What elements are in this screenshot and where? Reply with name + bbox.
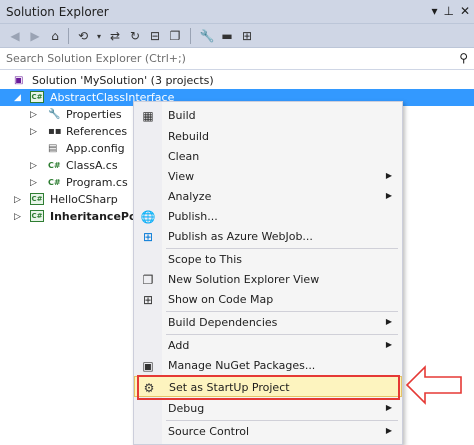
menu-item-label: Rebuild xyxy=(168,130,209,143)
search-icon[interactable]: ⚲ xyxy=(459,51,468,65)
submenu-arrow-icon: ▶ xyxy=(385,317,392,326)
menu-item-label: Build Dependencies xyxy=(168,316,278,329)
show-all-files-icon[interactable]: ❐ xyxy=(166,27,184,45)
wrench-icon[interactable]: 🔧 xyxy=(198,27,216,45)
menu-item-label: Show on Code Map xyxy=(168,293,274,306)
menu-item-manage-nuget[interactable]: ▣ Manage NuGet Packages... xyxy=(134,355,402,376)
menu-item-label: Publish as Azure WebJob... xyxy=(168,230,313,243)
collapsed-arrow-icon[interactable]: ▷ xyxy=(30,178,37,188)
menu-item-label: Scope to This xyxy=(168,253,243,266)
back-icon[interactable]: ◀ xyxy=(6,27,24,45)
menu-item-rebuild[interactable]: Rebuild xyxy=(134,126,402,147)
toolbar-separator xyxy=(190,28,191,44)
csharp-project-icon: C# xyxy=(30,210,44,222)
properties-label: Properties xyxy=(66,108,122,121)
collapsed-arrow-icon[interactable]: ▷ xyxy=(30,161,37,171)
wrench-icon: 🔧 xyxy=(48,109,61,120)
menu-item-new-se-view[interactable]: ❐ New Solution Explorer View xyxy=(134,269,402,290)
menu-item-label: View xyxy=(168,170,195,183)
collapsed-arrow-icon[interactable]: ▷ xyxy=(30,127,37,137)
solution-label: Solution 'MySolution' (3 projects) xyxy=(32,74,214,87)
code-map-icon: ⊞ xyxy=(142,292,154,307)
menu-item-view[interactable]: View ▶ xyxy=(134,166,402,187)
menu-item-build[interactable]: ▦ Build xyxy=(134,105,402,126)
menu-item-label: Debug xyxy=(168,402,205,415)
window-title: Solution Explorer xyxy=(6,5,109,19)
menu-item-show-code-map[interactable]: ⊞ Show on Code Map xyxy=(134,289,402,310)
sync-with-document-icon[interactable]: ⇄ xyxy=(106,27,124,45)
collapsed-arrow-icon[interactable]: ▷ xyxy=(14,212,21,222)
highlight-box xyxy=(137,375,400,400)
menu-item-debug[interactable]: Debug ▶ xyxy=(134,398,402,419)
menu-item-clean[interactable]: Clean xyxy=(134,146,402,167)
expanded-arrow-icon[interactable]: ◢ xyxy=(14,93,21,103)
csharp-file-icon: C# xyxy=(48,178,61,187)
config-file-icon: ▤ xyxy=(48,143,58,154)
pin-icon[interactable]: ▾ xyxy=(431,4,437,18)
class-diagram-icon[interactable]: ⊞ xyxy=(238,27,256,45)
collapse-all-icon[interactable]: ⊟ xyxy=(146,27,164,45)
menu-item-label: Build xyxy=(168,109,196,122)
home-icon[interactable]: ⌂ xyxy=(46,27,64,45)
menu-item-publish-azure[interactable]: ⊞ Publish as Azure WebJob... xyxy=(134,226,402,247)
classa-label: ClassA.cs xyxy=(66,159,118,172)
close-icon[interactable]: ✕ xyxy=(460,4,470,18)
menu-item-add[interactable]: Add ▶ xyxy=(134,335,402,356)
nuget-icon: ▣ xyxy=(142,358,154,373)
menu-item-scope-to-this[interactable]: Scope to This xyxy=(134,249,402,270)
menu-item-label: Manage NuGet Packages... xyxy=(168,359,316,372)
references-icon: ▪▪ xyxy=(48,126,62,137)
menu-item-analyze[interactable]: Analyze ▶ xyxy=(134,186,402,207)
submenu-arrow-icon: ▶ xyxy=(385,340,392,349)
search-input[interactable]: Search Solution Explorer (Ctrl+;) xyxy=(6,52,186,65)
menu-item-publish[interactable]: 🌐 Publish... xyxy=(134,206,402,227)
toolbar: ◀ ▶ ⌂ ⟲ ▾ ⇄ ↻ ⊟ ❐ 🔧 ▬ ⊞ xyxy=(0,24,474,48)
program-label: Program.cs xyxy=(66,176,128,189)
menu-item-label: Source Control xyxy=(168,425,250,438)
toolbar-separator xyxy=(68,28,69,44)
refresh-icon[interactable]: ↻ xyxy=(126,27,144,45)
title-bar-icons: ▾ ⊥ ✕ xyxy=(431,4,470,18)
csharp-project-icon: C# xyxy=(30,193,44,205)
menu-item-build-dependencies[interactable]: Build Dependencies ▶ xyxy=(134,312,402,333)
csharp-file-icon: C# xyxy=(48,161,61,170)
menu-item-label: Add xyxy=(168,339,190,352)
new-view-icon: ❐ xyxy=(142,272,154,287)
menu-item-label: Publish... xyxy=(168,210,218,223)
menu-item-source-control[interactable]: Source Control ▶ xyxy=(134,421,402,442)
forward-icon[interactable]: ▶ xyxy=(26,27,44,45)
submenu-arrow-icon: ▶ xyxy=(385,171,392,180)
submenu-arrow-icon: ▶ xyxy=(385,191,392,200)
project-label: HelloCSharp xyxy=(50,193,118,206)
search-box[interactable]: Search Solution Explorer (Ctrl+;) ⚲ xyxy=(0,48,474,70)
title-bar: Solution Explorer ▾ ⊥ ✕ xyxy=(0,0,474,24)
appconfig-label: App.config xyxy=(66,142,125,155)
tree-row-solution[interactable]: ▣ Solution 'MySolution' (3 projects) xyxy=(0,72,474,89)
publish-globe-icon: 🌐 xyxy=(140,209,156,224)
menu-item-label: Analyze xyxy=(168,190,212,203)
csharp-project-icon: C# xyxy=(30,91,44,103)
preview-selected-icon[interactable]: ▬ xyxy=(218,27,236,45)
submenu-arrow-icon: ▶ xyxy=(385,426,392,435)
callout-arrow-icon xyxy=(405,365,462,405)
collapsed-arrow-icon[interactable]: ▷ xyxy=(14,195,21,205)
menu-item-label: New Solution Explorer View xyxy=(168,273,320,286)
auto-hide-icon[interactable]: ⊥ xyxy=(443,4,453,18)
menu-item-label: Clean xyxy=(168,150,200,163)
submenu-arrow-icon: ▶ xyxy=(385,403,392,412)
windows-icon: ⊞ xyxy=(142,229,154,244)
collapsed-arrow-icon[interactable]: ▷ xyxy=(30,110,37,120)
references-label: References xyxy=(66,125,128,138)
solution-icon: ▣ xyxy=(14,75,24,86)
build-icon: ▦ xyxy=(142,108,154,123)
